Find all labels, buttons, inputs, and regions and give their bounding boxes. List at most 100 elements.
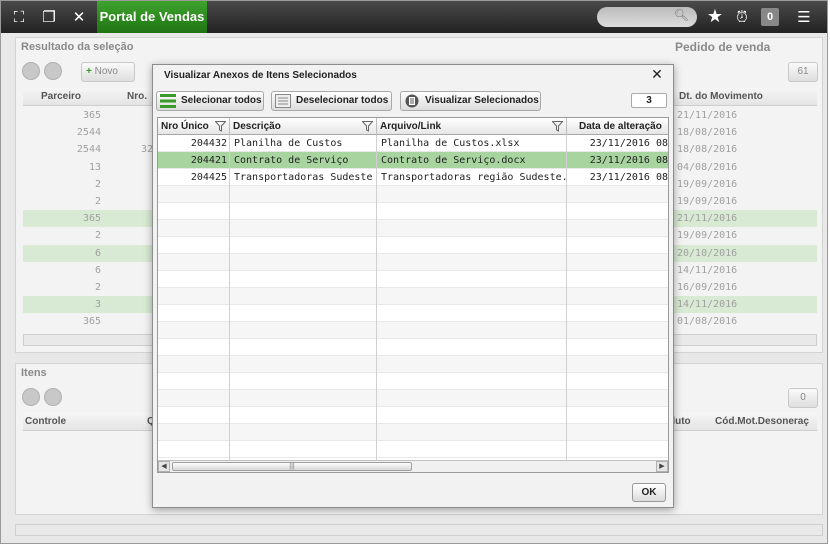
menu-icon[interactable]: ☰ xyxy=(791,7,817,27)
star-icon[interactable]: ★ xyxy=(705,7,725,27)
empty-row xyxy=(158,407,668,424)
plus-icon: + xyxy=(86,66,95,77)
page-horizontal-scrollbar[interactable] xyxy=(15,524,823,536)
cell-parceiro: 2 xyxy=(94,230,101,242)
attachment-view-icon xyxy=(405,94,419,108)
col-cod-mot-desoneracao[interactable]: Cód.Mot.Desoneraç xyxy=(715,413,809,431)
filter-icon[interactable] xyxy=(215,121,226,132)
attachments-grid: Nro Único Descrição Arquivo/Link Data de… xyxy=(157,117,669,473)
cell-dt-movimento: 14/11/2016 xyxy=(677,264,738,276)
empty-row xyxy=(158,254,668,271)
col-data-alteracao[interactable]: Data de alteração xyxy=(567,118,668,135)
items-count: 0 xyxy=(788,388,818,408)
notification-badge[interactable]: 0 xyxy=(761,8,779,26)
empty-row xyxy=(158,373,668,390)
cell-arquivo-link: Transportadoras região Sudeste.docx xyxy=(381,172,566,183)
col-arquivo-link[interactable]: Arquivo/Link xyxy=(377,118,567,135)
attachment-row[interactable]: 204421 Contrato de Serviço Contrato de Ser… xyxy=(158,152,668,169)
cell-arquivo-link: Contrato de Serviço.docx xyxy=(381,155,526,166)
cell-parceiro: 3 xyxy=(94,299,101,311)
col-controle[interactable]: Controle xyxy=(25,413,66,431)
cell-data-alteracao: 23/11/2016 08 xyxy=(589,172,668,183)
view-selected-button[interactable]: Visualizar Selecionados xyxy=(400,91,541,111)
close-icon[interactable]: ✕ xyxy=(69,7,89,27)
cell-parceiro: 6 xyxy=(94,247,101,259)
cell-parceiro: 2544 xyxy=(76,127,101,139)
cell-descricao: Contrato de Serviço xyxy=(234,155,349,166)
new-button[interactable]: + Novo xyxy=(81,62,135,82)
list-outline-icon xyxy=(275,94,291,108)
cell-nro-unico: 204432 xyxy=(190,138,227,149)
cell-parceiro: 365 xyxy=(82,316,101,328)
empty-row xyxy=(158,220,668,237)
search-icon: 🔍︎ xyxy=(673,8,689,22)
attachment-row[interactable]: 204432 Planilha de Custos Planilha de Cust… xyxy=(158,135,668,152)
cell-dt-movimento: 21/11/2016 xyxy=(677,110,738,121)
items-panel-title: Itens xyxy=(21,367,47,379)
items-options-icon[interactable] xyxy=(44,388,62,406)
col-nro[interactable]: Nro. xyxy=(127,88,147,106)
cell-parceiro: 6 xyxy=(94,264,101,276)
deselect-all-label: Deselecionar todos xyxy=(296,95,389,106)
scrollbar-thumb[interactable]: ||| xyxy=(172,462,412,471)
col-arquivo-link-label: Arquivo/Link xyxy=(380,121,442,132)
cell-dt-movimento: 19/09/2016 xyxy=(677,178,738,190)
items-refresh-icon[interactable] xyxy=(22,388,40,406)
options-icon[interactable] xyxy=(44,62,62,80)
cell-arquivo-link: Planilha de Custos.xlsx xyxy=(381,138,520,149)
attachment-count: 3 xyxy=(631,93,667,108)
selection-panel-title: Resultado da seleção xyxy=(21,41,134,53)
col-dt-movimento[interactable]: Dt. do Movimento xyxy=(679,88,763,106)
attachments-dialog: Visualizar Anexos de Itens Selecionados … xyxy=(152,64,674,508)
cell-parceiro: 365 xyxy=(82,213,101,225)
select-all-button[interactable]: Selecionar todos xyxy=(156,91,264,111)
empty-row xyxy=(158,203,668,220)
cell-dt-movimento: 18/08/2016 xyxy=(677,144,738,156)
dialog-close-icon[interactable]: ✕ xyxy=(649,66,665,84)
cell-parceiro: 2 xyxy=(94,196,101,207)
col-nro-unico[interactable]: Nro Único xyxy=(158,118,230,135)
cell-parceiro: 13 xyxy=(88,161,101,173)
cell-descricao: Transportadoras Sudeste xyxy=(234,172,373,183)
cell-dt-movimento: 18/08/2016 xyxy=(677,127,738,139)
restore-window-icon[interactable]: ❐ xyxy=(39,7,59,27)
col-nro-unico-label: Nro Único xyxy=(161,121,209,132)
refresh-icon[interactable] xyxy=(22,62,40,80)
empty-row xyxy=(158,322,668,339)
deselect-all-button[interactable]: Deselecionar todos xyxy=(271,91,392,111)
col-descricao-label: Descrição xyxy=(233,121,281,132)
ok-button[interactable]: OK xyxy=(632,483,666,502)
col-descricao[interactable]: Descrição xyxy=(230,118,377,135)
empty-row xyxy=(158,356,668,373)
grid-horizontal-scrollbar[interactable]: ◀ ||| ▶ xyxy=(158,460,668,472)
cell-nro-unico: 204425 xyxy=(190,172,227,183)
cell-data-alteracao: 23/11/2016 08 xyxy=(589,155,668,166)
column-divider xyxy=(229,135,230,472)
fullscreen-icon[interactable]: ⛶ xyxy=(9,7,29,27)
search-input[interactable]: 🔍︎ xyxy=(597,7,697,27)
top-bar: ⛶ ❐ ✕ Portal de Vendas 🔍︎ ★ ⏰︎ 0 ☰ xyxy=(1,1,827,33)
scroll-left-icon[interactable]: ◀ xyxy=(158,461,170,472)
cell-dt-movimento: 16/09/2016 xyxy=(677,282,738,293)
attachment-row[interactable]: 204425 Transportadoras Sudeste Transportad… xyxy=(158,169,668,186)
col-parceiro[interactable]: Parceiro xyxy=(41,88,81,106)
attachments-grid-header: Nro Único Descrição Arquivo/Link Data de… xyxy=(158,118,668,135)
alarm-clock-icon[interactable]: ⏰︎ xyxy=(732,7,752,27)
column-divider xyxy=(376,135,377,472)
cell-dt-movimento: 19/09/2016 xyxy=(677,230,738,242)
cell-parceiro: 365 xyxy=(82,110,101,121)
empty-row xyxy=(158,186,668,203)
cell-nro-unico: 204421 xyxy=(190,155,227,166)
select-all-label: Selecionar todos xyxy=(181,95,262,106)
scroll-right-icon[interactable]: ▶ xyxy=(656,461,668,472)
empty-row xyxy=(158,305,668,322)
tab-portal-de-vendas[interactable]: Portal de Vendas xyxy=(97,1,207,33)
filter-icon[interactable] xyxy=(552,121,563,132)
cell-dt-movimento: 14/11/2016 xyxy=(677,299,738,311)
empty-row xyxy=(158,390,668,407)
page-count: 61 xyxy=(788,62,818,82)
empty-row xyxy=(158,441,668,458)
filter-icon[interactable] xyxy=(362,121,373,132)
cell-dt-movimento: 19/09/2016 xyxy=(677,196,738,207)
dialog-title: Visualizar Anexos de Itens Selecionados xyxy=(164,70,357,81)
